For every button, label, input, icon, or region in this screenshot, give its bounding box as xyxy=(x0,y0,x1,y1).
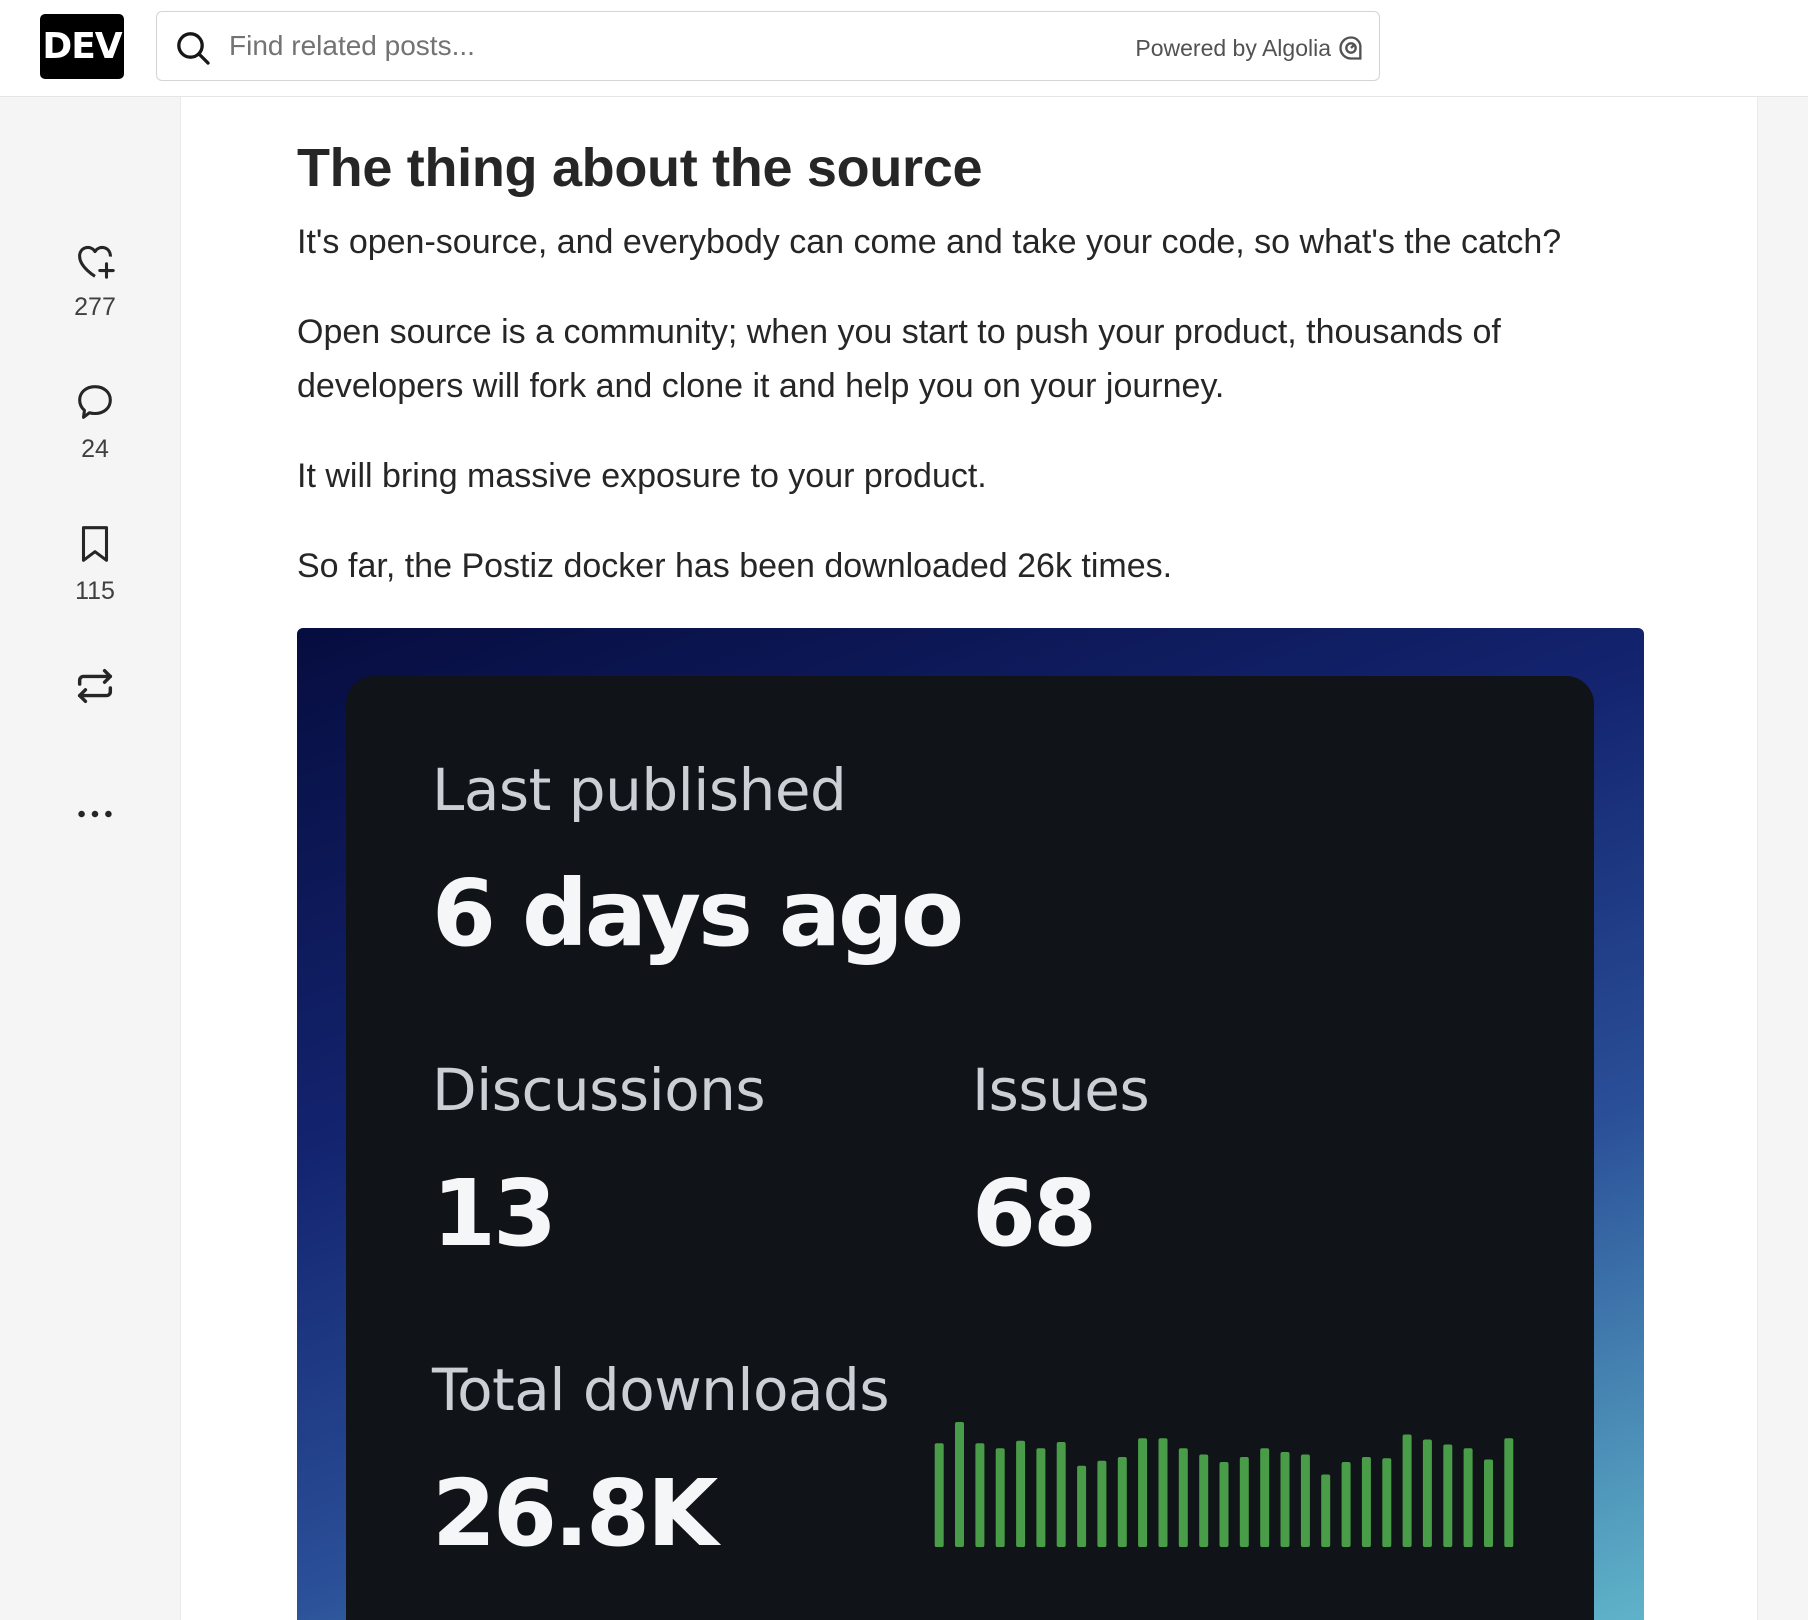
powered-by-text: Powered by Algolia xyxy=(1135,34,1331,61)
logo-text: DEV xyxy=(42,26,122,67)
sparkline-bar xyxy=(975,1443,985,1547)
sparkline-bar xyxy=(1402,1434,1412,1547)
sparkline-bar xyxy=(1199,1454,1209,1547)
search-icon xyxy=(177,32,210,65)
sparkline-bar xyxy=(955,1422,964,1547)
docker-stats-image[interactable]: Last published 6 days ago Discussions 13… xyxy=(297,628,1644,1620)
total-downloads-value: 26.8K xyxy=(432,1460,718,1567)
sparkline-bar xyxy=(1097,1460,1107,1547)
sparkline-bar xyxy=(1443,1444,1453,1547)
paragraph-exposure: It will bring massive exposure to your p… xyxy=(297,457,987,495)
more-options-button[interactable] xyxy=(50,791,140,837)
sparkline-bar xyxy=(1158,1438,1168,1547)
bookmark-button[interactable]: 115 xyxy=(50,521,140,606)
issues-value: 68 xyxy=(972,1160,1097,1267)
heart-plus-icon xyxy=(78,245,115,279)
sparkline-bar xyxy=(1260,1448,1270,1547)
sparkline-bar xyxy=(1321,1474,1331,1547)
reactions-count: 277 xyxy=(74,293,116,321)
more-horizontal-icon xyxy=(78,810,112,818)
sparkline-bar xyxy=(1300,1454,1310,1547)
sparkline-bar xyxy=(1117,1457,1127,1547)
sparkline-bar xyxy=(1239,1457,1249,1547)
bookmark-icon xyxy=(81,526,109,562)
top-header: DEV Powered by Algolia xyxy=(0,0,1808,97)
section-heading: The thing about the source xyxy=(297,138,983,198)
algolia-icon xyxy=(1339,36,1362,60)
repost-icon xyxy=(77,668,113,704)
sparkline-bar xyxy=(1463,1448,1473,1547)
reaction-button[interactable]: 277 xyxy=(50,237,140,322)
algolia-link[interactable]: Powered by Algolia xyxy=(1135,32,1365,64)
dev-logo[interactable]: DEV xyxy=(40,14,124,79)
sparkline-bar xyxy=(1036,1448,1046,1547)
sparkline-bar xyxy=(1484,1459,1493,1547)
total-downloads-label: Total downloads xyxy=(432,1356,890,1424)
sparkline-bar xyxy=(1016,1440,1026,1547)
sparkline-bar xyxy=(1138,1438,1148,1547)
sparkline-bar xyxy=(1341,1462,1351,1547)
sparkline-bar xyxy=(1382,1458,1392,1547)
search-input[interactable] xyxy=(229,22,1029,70)
comments-count: 24 xyxy=(81,435,109,463)
last-published-label: Last published xyxy=(432,756,847,824)
sparkline-bar xyxy=(1504,1438,1514,1547)
last-published-value: 6 days ago xyxy=(432,860,964,967)
sparkline-bar xyxy=(1056,1442,1066,1547)
downloads-sparkline xyxy=(934,1422,1514,1547)
sparkline-bar xyxy=(1422,1439,1432,1547)
paragraph-community: Open source is a community; when you sta… xyxy=(297,313,1501,405)
article-actions-sidebar: 277 24 115 xyxy=(0,97,180,1620)
share-button[interactable] xyxy=(50,663,140,709)
stats-card: Last published 6 days ago Discussions 13… xyxy=(346,676,1594,1620)
sparkline-bar xyxy=(1280,1452,1290,1547)
comments-button[interactable]: 24 xyxy=(50,379,140,464)
discussions-label: Discussions xyxy=(432,1056,766,1124)
discussions-value: 13 xyxy=(432,1160,557,1267)
paragraph-downloads: So far, the Postiz docker has been downl… xyxy=(297,547,1173,585)
sparkline-bar xyxy=(934,1443,944,1547)
sparkline-bar xyxy=(995,1448,1005,1547)
sparkline-bar xyxy=(1077,1465,1087,1547)
sparkline-bar xyxy=(1361,1457,1371,1547)
comment-icon xyxy=(78,385,112,419)
issues-label: Issues xyxy=(972,1056,1150,1124)
article-body: The thing about the source It's open-sou… xyxy=(180,97,1758,1620)
bookmarks-count: 115 xyxy=(75,577,115,605)
paragraph-catch: It's open-source, and everybody can come… xyxy=(297,223,1562,261)
sparkline-bar xyxy=(1219,1462,1229,1547)
sparkline-bar xyxy=(1178,1448,1188,1547)
search-bar[interactable]: Powered by Algolia xyxy=(156,11,1380,81)
